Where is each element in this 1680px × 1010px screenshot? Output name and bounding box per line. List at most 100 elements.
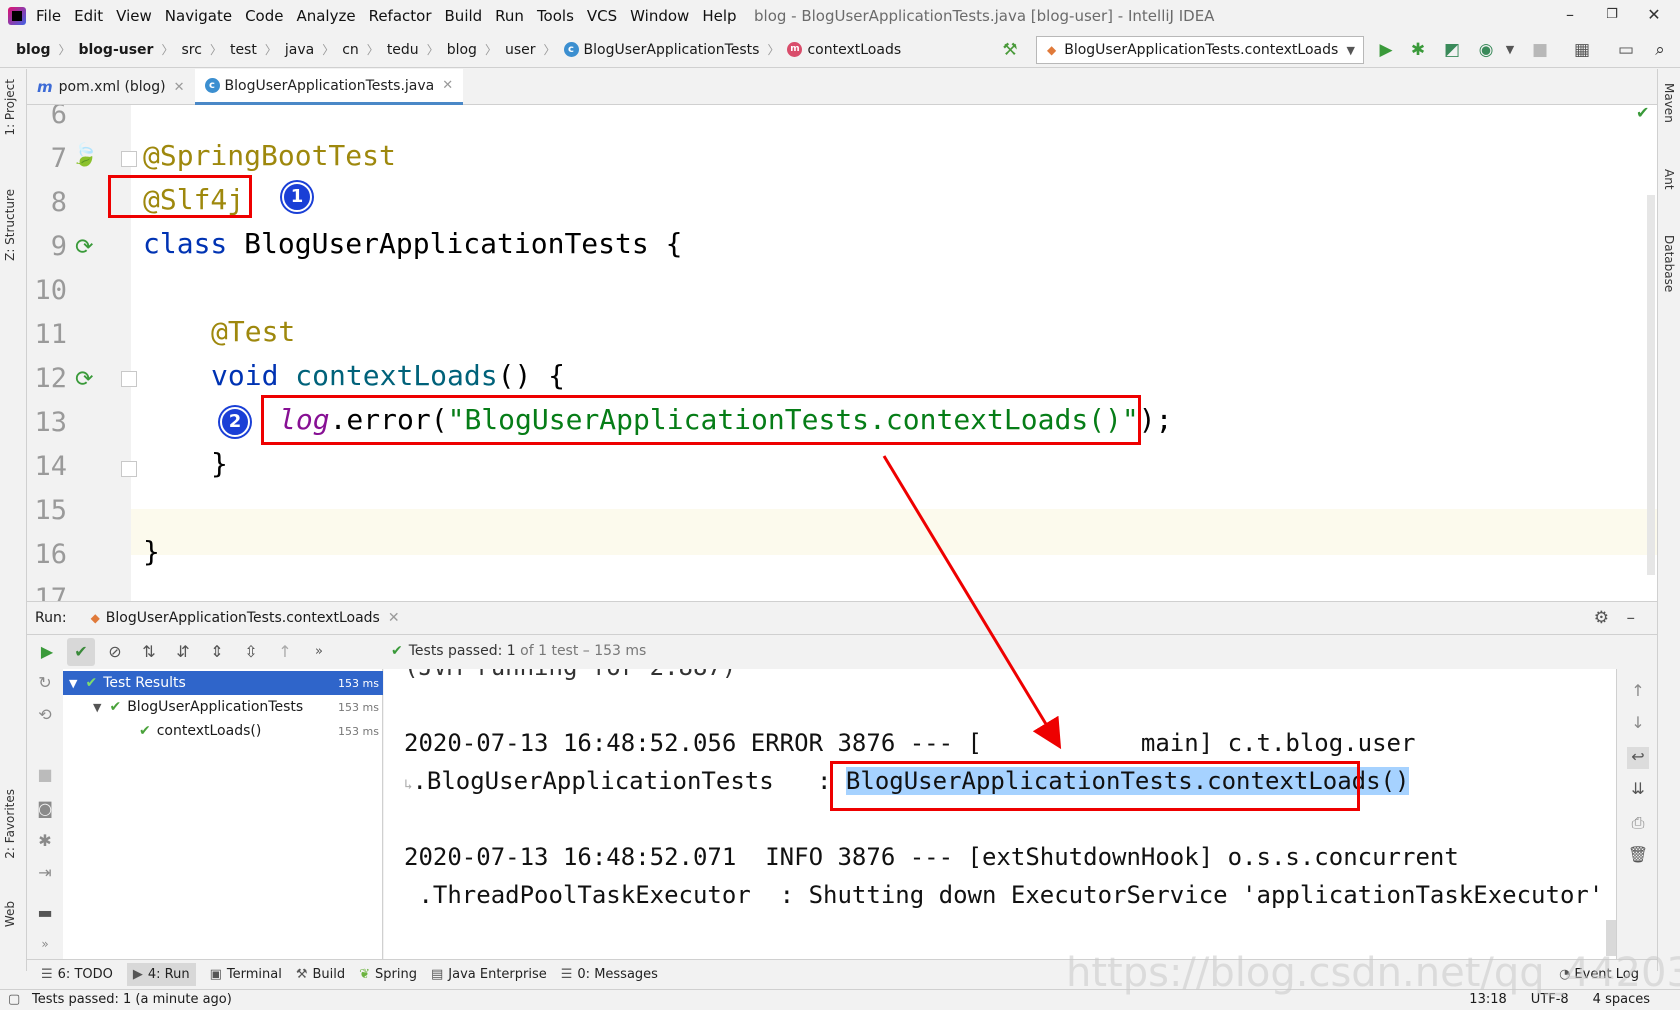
breadcrumb-cn[interactable]: cn [342,42,359,58]
trash-icon[interactable]: 🗑 [1627,845,1649,867]
menu-window[interactable]: Window [630,7,689,25]
menu-help[interactable]: Help [702,7,736,25]
close-icon[interactable]: ✕ [1644,5,1664,24]
expand-triangle-icon[interactable]: ▼ [69,677,77,690]
print-icon[interactable]: ⎙ [1627,813,1649,835]
previous-failed-icon[interactable]: ↑ [271,638,299,666]
camera-icon[interactable]: ◙ [34,799,56,821]
menu-build[interactable]: Build [445,7,483,25]
scroll-down-icon[interactable]: ↓ [1627,713,1649,735]
run-test-icon[interactable]: ⟳ [75,367,93,392]
window-layout-icon[interactable]: ▭ [1616,40,1636,60]
ant-tool-tab[interactable]: Ant [1662,169,1676,190]
export-icon[interactable]: ⇥ [34,863,56,885]
fold-marker-icon[interactable] [121,461,137,477]
spring-bean-icon[interactable]: 🍃 [71,143,98,168]
menu-analyze[interactable]: Analyze [296,7,355,25]
menu-tools[interactable]: Tools [537,7,574,25]
breadcrumb-java[interactable]: java [285,42,314,58]
favorites-tool-tab[interactable]: 2: Favorites [3,789,17,859]
maven-tool-tab[interactable]: Maven [1662,83,1676,123]
spring-tool-tab[interactable]: ❦ Spring [359,967,417,982]
profile-icon[interactable]: ◉ [1476,40,1496,60]
menu-code[interactable]: Code [245,7,283,25]
maximize-icon[interactable]: ❐ [1602,7,1622,22]
editor-scrollbar[interactable] [1647,195,1655,575]
collapse-all-icon[interactable]: ⇳ [237,638,265,666]
run-tool-tab[interactable]: ▶ 4: Run [126,963,196,986]
settings-icon[interactable]: ✱ [34,831,56,853]
messages-tool-tab[interactable]: ☰ 0: Messages [561,967,658,982]
web-tool-tab[interactable]: Web [3,901,17,927]
breadcrumb-user[interactable]: user [505,42,536,58]
menu-file[interactable]: File [36,7,61,25]
project-structure-icon[interactable]: ▦ [1572,40,1592,60]
layout-icon[interactable]: ▬ [34,903,56,925]
build-hammer-icon[interactable]: ⚒ [1000,40,1020,60]
run-test-icon[interactable]: ⟳ [75,235,93,260]
scroll-to-end-icon[interactable]: ⇊ [1627,779,1649,801]
java-enterprise-tool-tab[interactable]: ▤ Java Enterprise [431,967,547,982]
tab-blog-user-application-tests[interactable]: c BlogUserApplicationTests.java ✕ [194,69,464,105]
expand-triangle-icon[interactable]: ▼ [93,701,101,714]
structure-tool-tab[interactable]: Z: Structure [3,189,17,261]
tab-pom-xml[interactable]: m pom.xml (blog) ✕ [27,69,195,105]
rerun-icon[interactable]: ▶ [33,638,61,666]
menu-view[interactable]: View [116,7,152,25]
show-ignored-icon[interactable]: ⊘ [101,638,129,666]
close-icon[interactable]: ✕ [174,80,185,95]
terminal-tool-tab[interactable]: ▣ Terminal [210,967,282,982]
project-tool-tab[interactable]: 1: Project [3,79,17,136]
menu-navigate[interactable]: Navigate [165,7,232,25]
todo-tool-tab[interactable]: ☰ 6: TODO [41,967,113,982]
menu-refactor[interactable]: Refactor [369,7,432,25]
status-toggle-icon[interactable]: ▢ [8,992,20,1007]
expand-all-icon[interactable]: ⇕ [203,638,231,666]
profile-dropdown-icon[interactable]: ▼ [1500,40,1520,60]
search-icon[interactable]: ⌕ [1650,40,1670,60]
breadcrumb-blog-pkg[interactable]: blog [447,42,477,58]
console-output[interactable]: (JVM running for 2.887) 2020-07-13 16:48… [384,669,1616,959]
hide-panel-icon[interactable]: – [1627,608,1636,628]
sort-alphabetically-icon[interactable]: ⇅ [135,638,163,666]
code-editor[interactable]: 6 7 8 9 10 11 12 13 14 15 16 17 🍃 ⟳ ⟳ @S… [27,105,1657,601]
breadcrumb-src[interactable]: src [181,42,201,58]
run-icon[interactable]: ▶ [1376,40,1396,60]
tree-item-test-results[interactable]: ▼ ✔ Test Results 153 ms [63,671,383,695]
scroll-up-icon[interactable]: ↑ [1627,681,1649,703]
close-icon[interactable]: ✕ [442,78,453,93]
stop-icon[interactable]: ■ [34,765,56,787]
show-passed-icon[interactable]: ✔ [67,638,95,666]
close-icon[interactable]: ✕ [388,610,400,626]
sort-by-duration-icon[interactable]: ⇵ [169,638,197,666]
chevron-right-icon: 〉 [426,43,439,57]
tree-item-test-method[interactable]: ✔ contextLoads() 153 ms [63,719,383,743]
breadcrumb-tedu[interactable]: tedu [387,42,419,58]
database-tool-tab[interactable]: Database [1662,235,1676,292]
coverage-icon[interactable]: ◩ [1442,40,1462,60]
breadcrumb-test[interactable]: test [230,42,257,58]
rerun-failed-icon[interactable]: ↻ [34,673,56,695]
run-panel-tab[interactable]: ◆ BlogUserApplicationTests.contextLoads … [91,610,400,626]
more-icon[interactable]: » [34,937,56,959]
toggle-auto-test-icon[interactable]: ⟲ [34,705,56,727]
fold-marker-icon[interactable] [121,371,137,387]
run-configuration-select[interactable]: ◆ BlogUserApplicationTests.contextLoads … [1036,36,1364,64]
minimize-icon[interactable]: – [1560,5,1580,24]
breadcrumb-blog-user[interactable]: blog-user [78,42,153,58]
breadcrumb-method[interactable]: m contextLoads [787,42,901,58]
fold-marker-icon[interactable] [121,151,137,167]
stop-icon[interactable]: ■ [1530,40,1550,60]
breadcrumb-blog[interactable]: blog [16,42,50,58]
debug-icon[interactable]: ✱ [1408,40,1428,60]
more-icon[interactable]: » [305,638,333,666]
soft-wrap-icon[interactable]: ↩ [1627,747,1649,769]
menu-vcs[interactable]: VCS [587,7,617,25]
menu-run[interactable]: Run [495,7,524,25]
menu-edit[interactable]: Edit [74,7,103,25]
build-tool-tab[interactable]: ⚒ Build [296,967,345,982]
tree-item-test-class[interactable]: ▼ ✔ BlogUserApplicationTests 153 ms [63,695,383,719]
status-message[interactable]: Tests passed: 1 (a minute ago) [32,992,232,1007]
breadcrumb-class[interactable]: c BlogUserApplicationTests [563,42,759,58]
gear-icon[interactable]: ⚙ [1594,608,1609,628]
